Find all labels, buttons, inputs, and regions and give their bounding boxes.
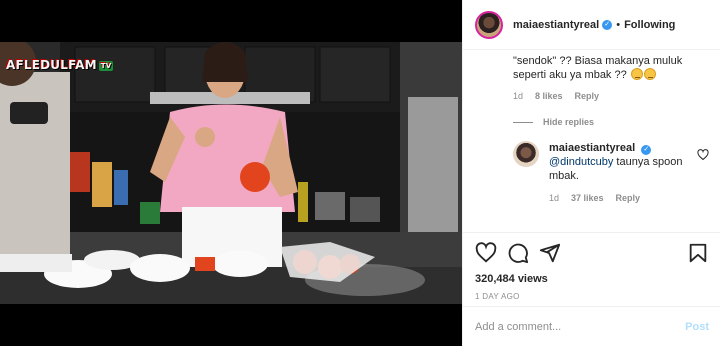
comment-body: "sendok" ?? Biasa makanya muluk seperti … [513, 55, 683, 81]
heart-icon[interactable] [475, 242, 497, 264]
post-timestamp[interactable]: 1 DAY AGO [475, 292, 709, 301]
share-icon[interactable] [539, 242, 561, 264]
post-header: maiaestiantyreal ✓ • Following [463, 0, 720, 50]
reply-username[interactable]: maiaestiantyreal [549, 142, 635, 154]
reply-reply-button[interactable]: Reply [616, 193, 641, 203]
hide-replies-label: Hide replies [543, 117, 595, 127]
author-username[interactable]: maiaestiantyreal [513, 19, 599, 31]
verified-badge-icon: ✓ [602, 19, 613, 30]
instagram-post-view: AFLEDULFAM TV maiaestiantyreal ✓ • Follow… [0, 0, 720, 346]
hide-replies-button[interactable]: Hide replies [513, 117, 709, 127]
channel-logo: AFLEDULFAM TV [6, 58, 114, 72]
post-side-panel: maiaestiantyreal ✓ • Following "sendok" … [462, 0, 720, 346]
comment-input[interactable] [475, 320, 686, 333]
video-frame [0, 42, 462, 304]
comment-time[interactable]: 1d [513, 91, 523, 101]
verified-badge-icon: ✓ [641, 145, 652, 155]
comment-icon[interactable] [507, 242, 529, 264]
following-button[interactable]: Following [624, 19, 675, 31]
grimace-emoji-icon [643, 68, 656, 80]
comment-likes[interactable]: 8 likes [535, 91, 563, 101]
video-scene [0, 42, 462, 304]
reply-comment: maiaestiantyreal ✓ @dindutcuby taunya sp… [513, 141, 709, 183]
header-separator: • [616, 18, 621, 31]
comment-text: "sendok" ?? Biasa makanya muluk seperti … [513, 54, 709, 82]
comment-meta: 1d 8 likes Reply [513, 91, 709, 101]
reply-body: maiaestiantyreal ✓ @dindutcuby taunya sp… [549, 141, 689, 183]
post-comment-button[interactable]: Post [685, 321, 709, 333]
like-reply-heart-icon[interactable] [697, 149, 709, 161]
video-player[interactable]: AFLEDULFAM TV [0, 0, 462, 346]
reply-time[interactable]: 1d [549, 193, 559, 203]
action-icons [475, 241, 709, 265]
channel-logo-text: AFLEDULFAM [6, 58, 97, 72]
reply-mention-link[interactable]: @dindutcuby [549, 156, 613, 168]
reply-likes[interactable]: 37 likes [571, 193, 604, 203]
reply-author-avatar[interactable] [513, 141, 539, 167]
view-count[interactable]: 320,484 views [475, 273, 709, 285]
channel-logo-badge: TV [98, 60, 114, 71]
post-actions: 320,484 views 1 DAY AGO [463, 232, 720, 301]
comment-reply-button[interactable]: Reply [575, 91, 600, 101]
grimace-emoji-icon [630, 68, 643, 80]
author-avatar[interactable] [475, 10, 503, 39]
replies-divider [513, 121, 533, 123]
bookmark-icon[interactable] [687, 242, 709, 264]
comments-section[interactable]: "sendok" ?? Biasa makanya muluk seperti … [463, 50, 720, 232]
reply-meta: 1d 37 likes Reply [549, 193, 709, 203]
add-comment-bar: Post [463, 306, 720, 346]
